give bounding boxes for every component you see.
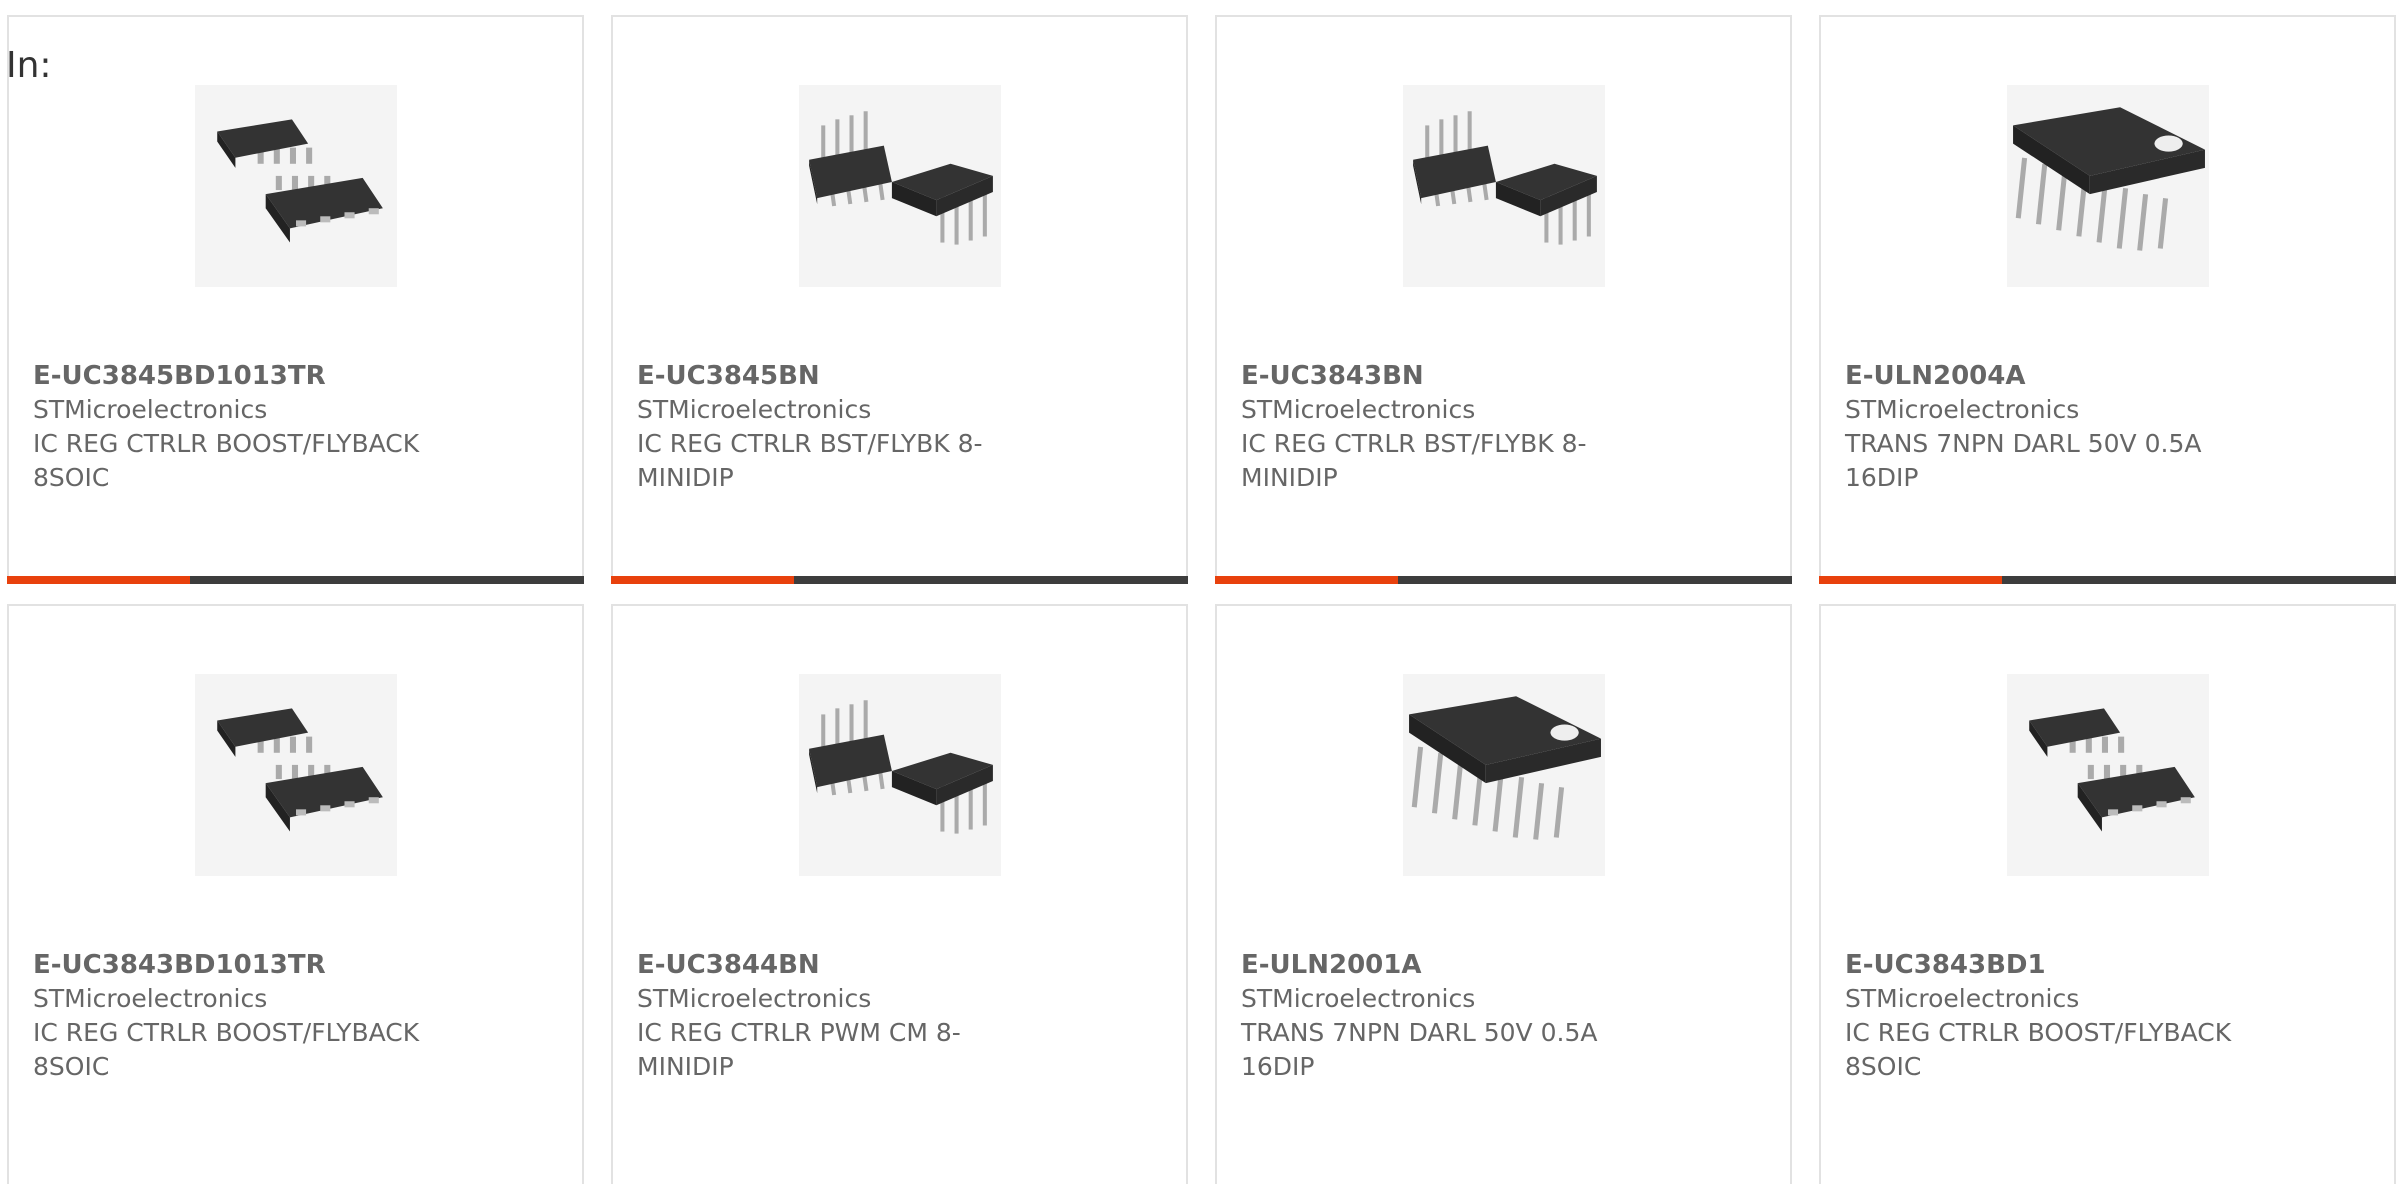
product-card[interactable]: E-UC3845BD1013TR STMicroelectronics IC R…: [7, 15, 584, 584]
product-card[interactable]: E-UC3843BN STMicroelectronics IC REG CTR…: [1215, 15, 1792, 584]
dip16-icon[interactable]: [2007, 85, 2209, 287]
dip8-icon[interactable]: [799, 674, 1001, 876]
card-bar-accent: [611, 576, 794, 584]
manufacturer: STMicroelectronics: [1845, 395, 2080, 424]
description: IC REG CTRLR BST/FLYBK 8-MINIDIP: [1241, 429, 1587, 492]
card-bar-accent: [1215, 576, 1398, 584]
description: IC REG CTRLR BST/FLYBK 8-MINIDIP: [637, 429, 983, 492]
card-bar: [611, 576, 1188, 584]
description: IC REG CTRLR BOOST/FLYBACK 8SOIC: [1845, 1018, 2232, 1081]
product-card[interactable]: E-ULN2004A STMicroelectronics TRANS 7NPN…: [1819, 15, 2396, 584]
product-card[interactable]: E-UC3843BD1 STMicroelectronics IC REG CT…: [1819, 604, 2396, 1184]
manufacturer: STMicroelectronics: [33, 984, 268, 1013]
manufacturer: STMicroelectronics: [1241, 984, 1476, 1013]
part-number[interactable]: E-ULN2001A: [1241, 948, 1421, 982]
dip8-icon[interactable]: [1403, 85, 1605, 287]
part-number[interactable]: E-ULN2004A: [1845, 359, 2025, 393]
description: IC REG CTRLR BOOST/FLYBACK 8SOIC: [33, 429, 420, 492]
product-card[interactable]: E-UC3843BD1013TR STMicroelectronics IC R…: [7, 604, 584, 1184]
soic8-icon[interactable]: [195, 85, 397, 287]
product-grid: E-UC3845BD1013TR STMicroelectronics IC R…: [7, 15, 2400, 1184]
description: IC REG CTRLR PWM CM 8-MINIDIP: [637, 1018, 961, 1081]
part-number[interactable]: E-UC3843BD1013TR: [33, 948, 326, 982]
manufacturer: STMicroelectronics: [637, 395, 872, 424]
product-card[interactable]: E-UC3844BN STMicroelectronics IC REG CTR…: [611, 604, 1188, 1184]
part-number[interactable]: E-UC3845BN: [637, 359, 820, 393]
part-number[interactable]: E-UC3843BD1: [1845, 948, 2046, 982]
manufacturer: STMicroelectronics: [1845, 984, 2080, 1013]
manufacturer: STMicroelectronics: [1241, 395, 1476, 424]
card-bar: [1819, 576, 2396, 584]
description: IC REG CTRLR BOOST/FLYBACK 8SOIC: [33, 1018, 420, 1081]
part-number[interactable]: E-UC3845BD1013TR: [33, 359, 326, 393]
card-bar-accent: [1819, 576, 2002, 584]
dip8-icon[interactable]: [799, 85, 1001, 287]
part-number[interactable]: E-UC3844BN: [637, 948, 820, 982]
manufacturer: STMicroelectronics: [637, 984, 872, 1013]
part-number[interactable]: E-UC3843BN: [1241, 359, 1424, 393]
soic8-icon[interactable]: [2007, 674, 2209, 876]
manufacturer: STMicroelectronics: [33, 395, 268, 424]
card-bar: [1215, 576, 1792, 584]
description: TRANS 7NPN DARL 50V 0.5A 16DIP: [1845, 429, 2202, 492]
dip16-icon[interactable]: [1403, 674, 1605, 876]
card-bar-accent: [7, 576, 190, 584]
product-card[interactable]: E-UC3845BN STMicroelectronics IC REG CTR…: [611, 15, 1188, 584]
product-card[interactable]: E-ULN2001A STMicroelectronics TRANS 7NPN…: [1215, 604, 1792, 1184]
soic8-icon[interactable]: [195, 674, 397, 876]
filter-label: In:: [6, 45, 52, 86]
description: TRANS 7NPN DARL 50V 0.5A 16DIP: [1241, 1018, 1598, 1081]
card-bar: [7, 576, 584, 584]
